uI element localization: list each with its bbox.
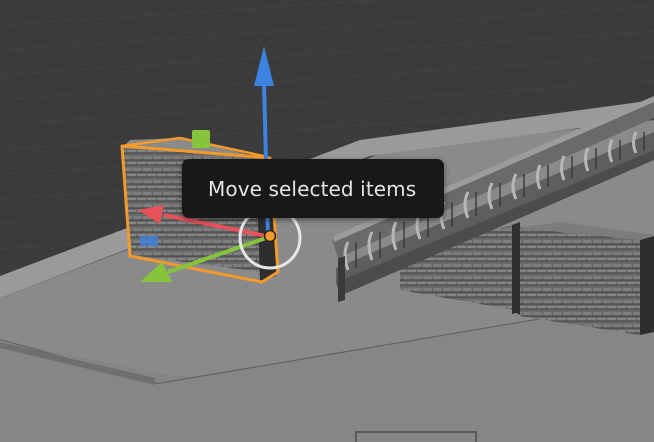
3d-viewport[interactable]: Move selected items — [0, 0, 654, 442]
move-tooltip: Move selected items — [182, 159, 444, 218]
tooltip-label: Move selected items — [208, 176, 417, 201]
xz-plane-handle[interactable] — [192, 130, 210, 148]
object-origin — [263, 229, 277, 243]
xy-plane-handle[interactable] — [140, 236, 158, 246]
viewport-scene[interactable] — [0, 0, 654, 442]
